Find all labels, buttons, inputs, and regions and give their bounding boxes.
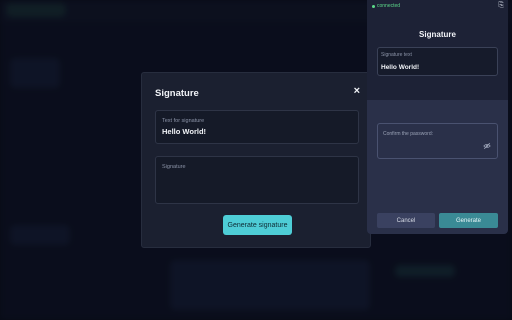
logout-icon[interactable]: ⎘ bbox=[498, 2, 504, 10]
signature-text-field[interactable]: Text for signature Hello World! bbox=[155, 110, 359, 144]
connection-status: connected bbox=[372, 3, 400, 9]
popup-signature-text-label: Signature text bbox=[381, 52, 412, 58]
popup-signature-text-value: Hello World! bbox=[381, 64, 420, 71]
cancel-button[interactable]: Cancel bbox=[377, 213, 435, 228]
modal-title: Signature bbox=[155, 88, 199, 99]
password-input[interactable]: Confirm the password: bbox=[377, 123, 498, 159]
close-icon[interactable]: × bbox=[354, 86, 360, 97]
status-text: connected bbox=[377, 3, 401, 9]
signature-output-label: Signature bbox=[162, 164, 186, 170]
signature-text-label: Text for signature bbox=[162, 118, 205, 124]
generate-button[interactable]: Generate bbox=[439, 213, 498, 228]
generate-signature-button[interactable]: Generate signature bbox=[223, 215, 292, 235]
popup-signature-text-box: Signature text Hello World! bbox=[377, 47, 498, 76]
signature-modal: Signature × Text for signature Hello Wor… bbox=[141, 72, 371, 248]
eye-off-icon[interactable] bbox=[483, 142, 491, 152]
signature-output-field[interactable]: Signature bbox=[155, 156, 359, 204]
popup-title: Signature bbox=[419, 30, 456, 39]
wallet-popup: connected ⎘ Signature Signature text Hel… bbox=[367, 0, 508, 234]
signature-text-value[interactable]: Hello World! bbox=[162, 127, 206, 136]
status-dot-icon bbox=[372, 4, 375, 8]
password-placeholder: Confirm the password: bbox=[383, 131, 434, 137]
